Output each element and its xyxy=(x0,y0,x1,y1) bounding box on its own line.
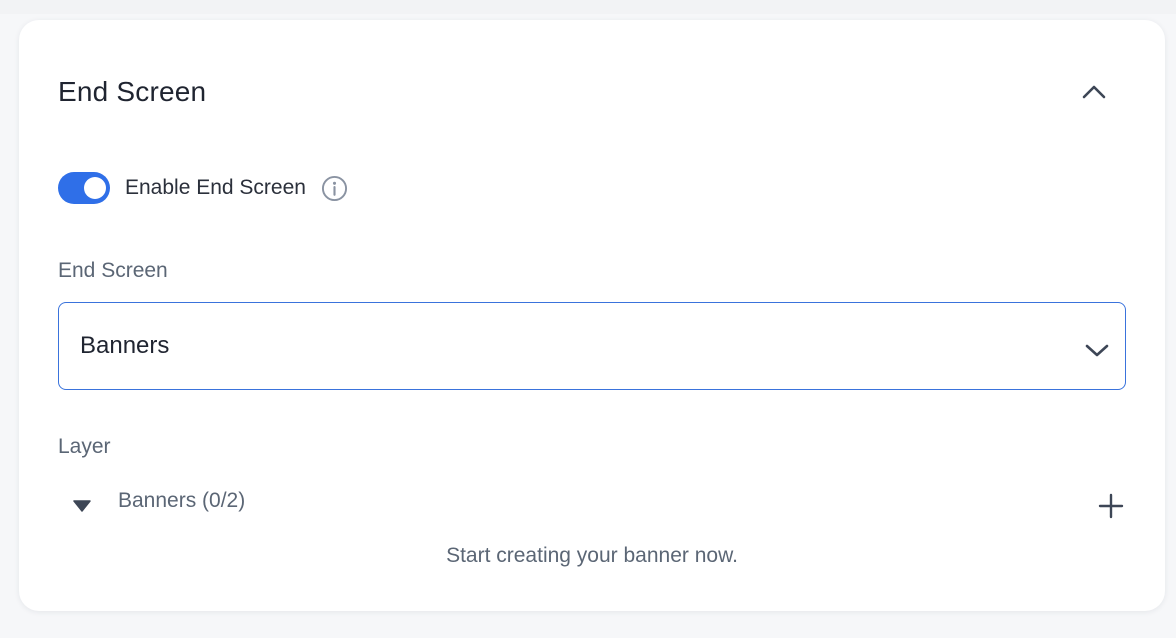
info-icon[interactable] xyxy=(321,175,348,202)
end-screen-field-label: End Screen xyxy=(58,259,168,282)
layer-group-row: Banners (0/2) xyxy=(58,487,1126,523)
caret-down-icon[interactable] xyxy=(72,498,92,514)
chevron-down-icon xyxy=(1085,344,1109,357)
end-screen-select-value: Banners xyxy=(80,332,170,359)
panel-title: End Screen xyxy=(58,76,207,107)
collapse-button[interactable] xyxy=(1079,78,1109,108)
chevron-up-icon xyxy=(1082,85,1106,99)
enable-end-screen-toggle[interactable] xyxy=(58,172,110,204)
plus-icon[interactable] xyxy=(1096,491,1126,521)
top-strip xyxy=(0,0,1176,14)
enable-end-screen-row: Enable End Screen xyxy=(58,172,348,204)
layer-group-label: Banners (0/2) xyxy=(118,489,246,512)
enable-end-screen-label: Enable End Screen xyxy=(125,176,306,199)
end-screen-panel: End Screen Enable End Screen End Screen … xyxy=(19,20,1165,611)
empty-state-message: Start creating your banner now. xyxy=(446,544,738,567)
end-screen-select[interactable]: Banners xyxy=(58,302,1126,390)
toggle-knob xyxy=(84,177,106,199)
layer-label: Layer xyxy=(58,435,111,458)
